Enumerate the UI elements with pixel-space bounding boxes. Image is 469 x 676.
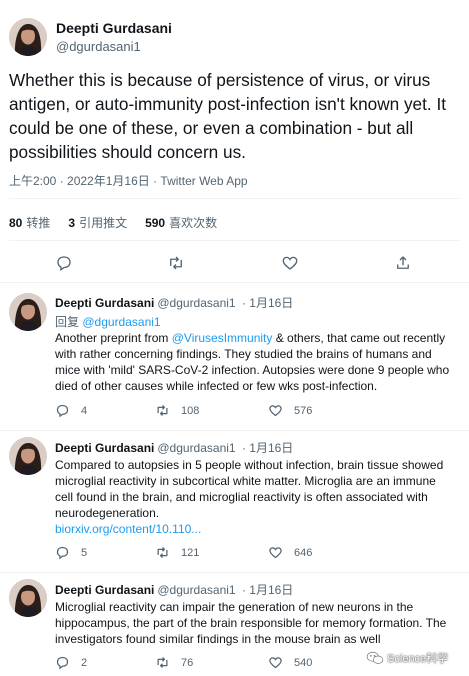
tweet-text: Another preprint from @VirusesImmunity &… [55, 330, 461, 394]
tweet-timestamp[interactable]: 上午2:00 · 2022年1月16日 · Twitter Web App [9, 172, 248, 189]
like-action[interactable]: 576 [268, 403, 312, 418]
like-icon[interactable] [281, 254, 299, 272]
text-line: microglial reactivity in subcortical whi… [55, 474, 436, 488]
tweet-text: Microglial reactivity can impair the gen… [55, 599, 461, 647]
like-action[interactable]: 540 [268, 655, 312, 670]
reply-to-handle[interactable]: @dgurdasani1 [82, 315, 160, 329]
avatar[interactable] [9, 18, 47, 56]
tweet-text: Whether this is because of persistence o… [9, 70, 446, 162]
retweet-count: 76 [181, 656, 194, 669]
retweet-count: 108 [181, 404, 200, 417]
reply-tweet[interactable]: Deepti Gurdasani @dgurdasani1 · 1月16日 Com… [0, 431, 469, 573]
reply-icon [56, 656, 69, 670]
retweet-action[interactable]: 76 [155, 655, 193, 670]
retweet-action[interactable]: 108 [155, 403, 199, 418]
text-line: investigators found similar findings in … [55, 632, 381, 646]
tweet-date[interactable]: · 1月16日 [242, 441, 293, 455]
reply-header: Deepti Gurdasani @dgurdasani1 · 1月16日 [55, 581, 293, 598]
retweets-count: 80 [9, 216, 23, 230]
divider [9, 198, 460, 199]
text-segment: Another preprint from [55, 331, 172, 345]
reply-tweet[interactable]: Deepti Gurdasani @dgurdasani1 · 1月16日 回复 … [0, 283, 469, 431]
likes-count: 590 [145, 216, 166, 230]
reply-action[interactable]: 2 [55, 655, 87, 670]
avatar[interactable] [9, 293, 47, 331]
author-handle[interactable]: @dgurdasani1 [56, 39, 141, 54]
text-line: with rather concerning findings. They st… [55, 347, 432, 361]
like-count: 540 [294, 656, 313, 669]
reply-action[interactable]: 5 [55, 545, 87, 560]
reply-count: 4 [81, 404, 88, 417]
like-icon [269, 657, 282, 669]
tweet-stats: 80 转推 3 引用推文 590 喜欢次数 [9, 214, 217, 231]
watermark-text: Science科学 [387, 653, 449, 665]
text-line: hippocampus, the part of the brain respo… [55, 616, 447, 630]
likes-label: 喜欢次数 [169, 216, 218, 230]
author-name[interactable]: Deepti Gurdasani [55, 583, 154, 597]
like-count: 576 [294, 404, 313, 417]
text-segment: & others, that came out recently [272, 331, 446, 345]
reply-header: Deepti Gurdasani @dgurdasani1 · 1月16日 [55, 439, 293, 456]
tweet-actions [0, 254, 469, 274]
retweet-action[interactable]: 121 [155, 545, 199, 560]
text-line: mice with 'mild' SARS-CoV-2 infection. A… [55, 363, 450, 377]
reply-count: 2 [81, 656, 88, 669]
wechat-icon [366, 651, 384, 664]
quotes-count: 3 [68, 216, 76, 230]
tweet-text: Compared to autopsies in 5 people withou… [55, 457, 461, 537]
watermark: Science科学 [366, 650, 448, 666]
reply-icon[interactable] [55, 254, 73, 272]
author-handle[interactable]: @dgurdasani1 [157, 583, 235, 597]
retweets-stat[interactable]: 80 转推 [9, 214, 50, 231]
mention-link[interactable]: @VirusesImmunity [172, 331, 273, 345]
quotes-label: 引用推文 [79, 216, 128, 230]
retweet-count: 121 [181, 546, 200, 559]
divider [9, 240, 460, 241]
author-handle[interactable]: @dgurdasani1 [157, 296, 235, 310]
avatar[interactable] [9, 437, 47, 475]
like-icon [269, 547, 282, 559]
avatar[interactable] [9, 579, 47, 617]
retweets-label: 转推 [26, 216, 51, 230]
reply-action[interactable]: 4 [55, 403, 87, 418]
main-tweet: Deepti Gurdasani @dgurdasani1 Whether th… [0, 0, 469, 283]
retweet-icon [157, 547, 168, 558]
quotes-stat[interactable]: 3 引用推文 [68, 214, 127, 231]
share-icon[interactable] [394, 254, 412, 272]
reply-to-prefix: 回复 [55, 315, 80, 329]
tweet-link[interactable]: biorxiv.org/content/10.110... [55, 521, 461, 537]
retweet-icon[interactable] [167, 254, 185, 272]
retweet-icon [157, 657, 168, 668]
tweet-date[interactable]: · 1月16日 [242, 296, 293, 310]
like-count: 646 [294, 546, 313, 559]
text-line: neurodegeneration. [55, 506, 160, 520]
tweet-date[interactable]: · 1月16日 [242, 583, 293, 597]
reply-count: 5 [81, 546, 88, 559]
reply-icon [56, 404, 69, 418]
like-action[interactable]: 646 [268, 545, 312, 560]
author-name[interactable]: Deepti Gurdasani [55, 441, 154, 455]
text-line: died of other causes while infected or f… [55, 379, 378, 393]
reply-header: Deepti Gurdasani @dgurdasani1 · 1月16日 [55, 294, 293, 311]
author-name[interactable]: Deepti Gurdasani [55, 296, 154, 310]
reply-icon [56, 546, 69, 560]
like-icon [269, 405, 282, 417]
likes-stat[interactable]: 590 喜欢次数 [145, 214, 217, 231]
text-line: Compared to autopsies in 5 people withou… [55, 458, 444, 472]
text-line: Microglial reactivity can impair the gen… [55, 600, 414, 614]
author-name[interactable]: Deepti Gurdasani [56, 20, 172, 36]
retweet-icon [157, 405, 168, 416]
author-handle[interactable]: @dgurdasani1 [157, 441, 235, 455]
text-line: cell found in the brain, and microglial … [55, 490, 428, 504]
replying-to: 回复 @dgurdasani1 [55, 313, 161, 330]
